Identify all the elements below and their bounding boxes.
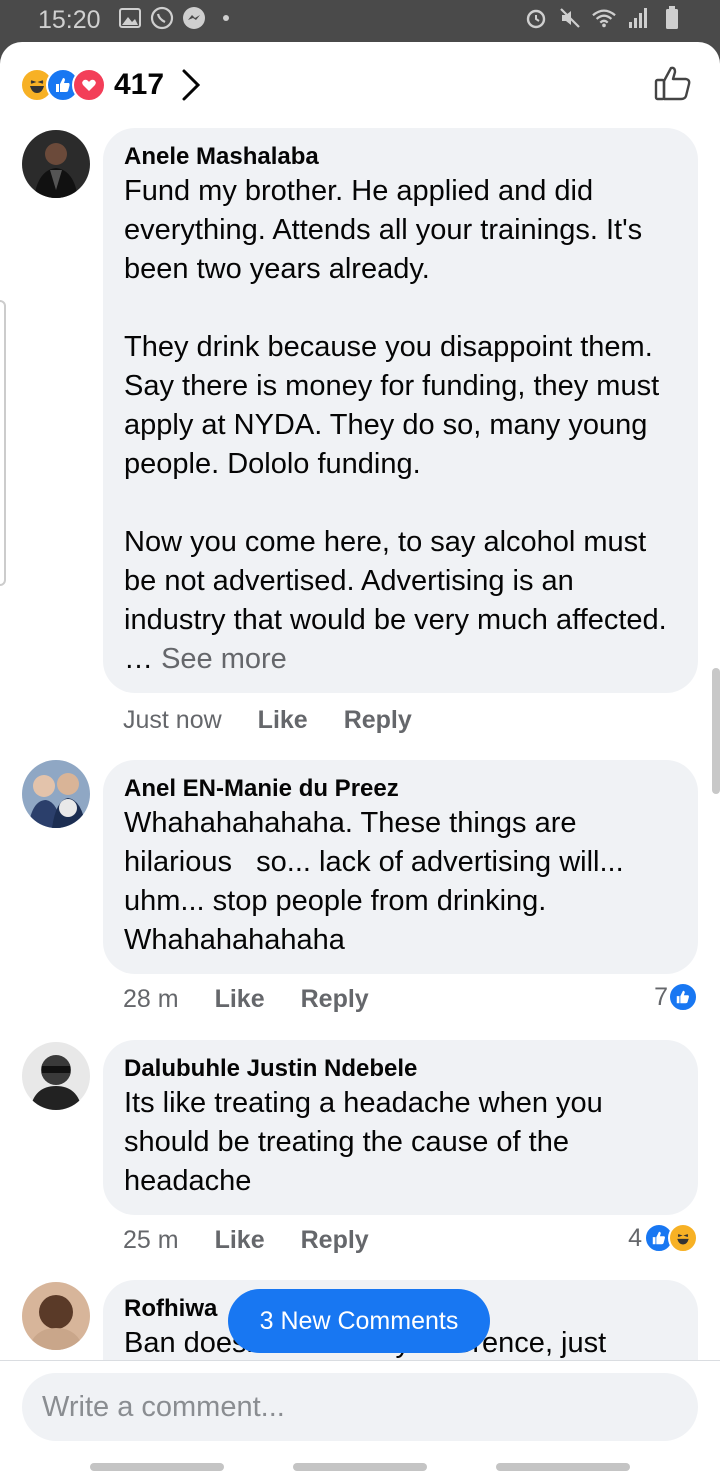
like-button[interactable]: Like bbox=[258, 706, 308, 735]
nav-handle-center[interactable] bbox=[293, 1463, 427, 1471]
comment-text: Its like treating a headache when you sh… bbox=[124, 1087, 611, 1197]
comment-bubble[interactable]: Anel EN-Manie du Preez Whahahahahaha. Th… bbox=[103, 760, 698, 974]
reaction-summary[interactable]: 417 bbox=[20, 68, 164, 102]
reply-button[interactable]: Reply bbox=[301, 985, 369, 1014]
like-post-icon[interactable] bbox=[654, 64, 692, 107]
comment-time: Just now bbox=[123, 706, 222, 734]
chevron-right-icon[interactable] bbox=[180, 68, 202, 107]
comments-sheet: 417 Anele Mashalaba Fund my brother. He … bbox=[0, 42, 720, 1480]
reaction-number: 4 bbox=[628, 1223, 642, 1252]
battery-icon bbox=[660, 6, 684, 30]
avatar[interactable] bbox=[22, 760, 90, 828]
status-left-icons bbox=[118, 6, 238, 30]
comment-bubble[interactable]: Dalubuhle Justin Ndebele Its like treati… bbox=[103, 1040, 698, 1215]
status-time: 15:20 bbox=[38, 6, 101, 34]
dot-icon bbox=[214, 6, 238, 30]
comment-reaction-count[interactable]: 4 bbox=[628, 1223, 698, 1253]
signal-icon bbox=[626, 6, 650, 30]
reactions-header: 417 bbox=[0, 42, 720, 128]
comment-author[interactable]: Anele Mashalaba bbox=[124, 142, 678, 172]
reply-button[interactable]: Reply bbox=[301, 1226, 369, 1255]
see-more-link[interactable]: See more bbox=[161, 643, 287, 675]
comment-composer: Write a comment... bbox=[0, 1360, 720, 1480]
comment-bubble[interactable]: Anele Mashalaba Fund my brother. He appl… bbox=[103, 128, 698, 693]
comment-time: 25 m bbox=[123, 1226, 179, 1254]
comment-actions: 25 m Like Reply bbox=[123, 1226, 369, 1255]
gesture-nav-bar bbox=[0, 1455, 720, 1480]
scrollbar-thumb[interactable] bbox=[712, 668, 720, 794]
comment-reaction-count[interactable]: 7 bbox=[654, 982, 698, 1012]
side-edge-indicator bbox=[0, 300, 6, 586]
status-right-icons bbox=[524, 6, 684, 30]
love-icon bbox=[72, 68, 106, 102]
mute-icon bbox=[558, 6, 582, 30]
nav-handle-right[interactable] bbox=[496, 1463, 630, 1471]
reply-button[interactable]: Reply bbox=[344, 706, 412, 735]
comment-author[interactable]: Anel EN-Manie du Preez bbox=[124, 774, 678, 804]
comment-time: 28 m bbox=[123, 985, 179, 1013]
avatar[interactable] bbox=[22, 1282, 90, 1350]
comment-input[interactable]: Write a comment... bbox=[22, 1373, 698, 1441]
status-bar: 15:20 bbox=[0, 0, 720, 42]
wifi-icon bbox=[592, 6, 616, 30]
avatar[interactable] bbox=[22, 130, 90, 198]
avatar[interactable] bbox=[22, 1042, 90, 1110]
comment-actions: 28 m Like Reply bbox=[123, 985, 369, 1014]
comment-text: Fund my brother. He applied and did ever… bbox=[124, 172, 678, 679]
comment-body: Fund my brother. He applied and did ever… bbox=[124, 175, 667, 675]
comment-author[interactable]: Dalubuhle Justin Ndebele bbox=[124, 1054, 678, 1084]
nav-handle-left[interactable] bbox=[90, 1463, 224, 1471]
whatsapp-icon bbox=[150, 6, 174, 30]
new-comments-button[interactable]: 3 New Comments bbox=[228, 1289, 490, 1353]
messenger-icon bbox=[182, 6, 206, 30]
comment-text: Whahahahahaha. These things are hilariou… bbox=[124, 807, 632, 956]
reaction-count: 417 bbox=[114, 68, 165, 101]
comment-actions: Just now Like Reply bbox=[123, 706, 412, 735]
reaction-number: 7 bbox=[654, 982, 668, 1011]
like-reaction-icon bbox=[668, 982, 698, 1012]
gallery-icon bbox=[118, 6, 142, 30]
alarm-icon bbox=[524, 6, 548, 30]
like-button[interactable]: Like bbox=[215, 1226, 265, 1255]
like-button[interactable]: Like bbox=[215, 985, 265, 1014]
haha-icon bbox=[668, 1223, 698, 1253]
